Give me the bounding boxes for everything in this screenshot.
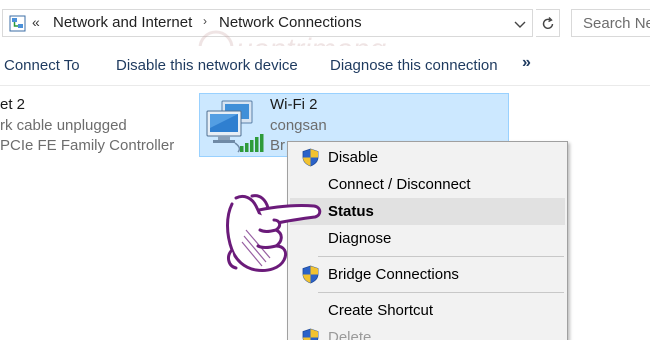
pointing-hand-icon — [226, 194, 322, 272]
menu-item-label: Connect / Disconnect — [328, 176, 471, 193]
recent-locations-chevron[interactable]: « — [32, 14, 40, 30]
connect-to-button[interactable]: Connect To — [4, 57, 80, 74]
network-connections-icon — [9, 15, 26, 32]
menu-item-create-shortcut[interactable]: Create Shortcut — [290, 297, 565, 324]
search-box[interactable]: Search Net — [571, 9, 650, 37]
menu-item-label: Delete — [328, 329, 372, 340]
diagnose-connection-button[interactable]: Diagnose this connection — [330, 57, 498, 74]
more-commands-button[interactable]: » — [522, 54, 531, 72]
menu-separator — [318, 292, 564, 293]
menu-item-label: Bridge Connections — [328, 266, 459, 283]
command-toolbar: Connect To Disable this network device D… — [0, 46, 650, 86]
menu-item-label: Status — [328, 203, 374, 220]
ethernet-adapter-device: PCIe FE Family Controller — [0, 137, 175, 154]
chevron-down-icon[interactable] — [512, 16, 528, 32]
wifi-network-ssid: congsan — [270, 117, 327, 134]
uac-shield-icon — [302, 148, 319, 167]
context-menu: Disable Connect / Disconnect Status Diag… — [287, 141, 568, 340]
uac-shield-icon — [302, 328, 319, 340]
menu-item-label: Create Shortcut — [328, 302, 434, 319]
menu-item-label: Disable — [328, 149, 379, 166]
menu-item-diagnose[interactable]: Diagnose — [290, 225, 565, 252]
search-input[interactable]: Search Net — [583, 15, 650, 32]
menu-item-status[interactable]: Status — [290, 198, 565, 225]
ethernet-adapter-name[interactable]: et 2 — [0, 96, 25, 113]
menu-separator — [318, 256, 564, 257]
menu-item-disable[interactable]: Disable — [290, 144, 565, 171]
wifi-adapter-device: Br — [270, 137, 285, 154]
ethernet-adapter-status: rk cable unplugged — [0, 117, 127, 134]
menu-item-delete[interactable]: Delete — [290, 324, 565, 340]
refresh-icon — [542, 17, 554, 30]
wifi-adapter-name: Wi-Fi 2 — [270, 96, 318, 113]
disable-device-button[interactable]: Disable this network device — [116, 57, 298, 74]
menu-item-label: Diagnose — [328, 230, 392, 247]
menu-item-bridge-connections[interactable]: Bridge Connections — [290, 261, 565, 288]
breadcrumb-network-and-internet[interactable]: Network and Internet — [53, 14, 192, 31]
refresh-button[interactable] — [536, 9, 560, 37]
menu-item-connect-disconnect[interactable]: Connect / Disconnect — [290, 171, 565, 198]
wifi-adapter-icon — [206, 100, 264, 153]
